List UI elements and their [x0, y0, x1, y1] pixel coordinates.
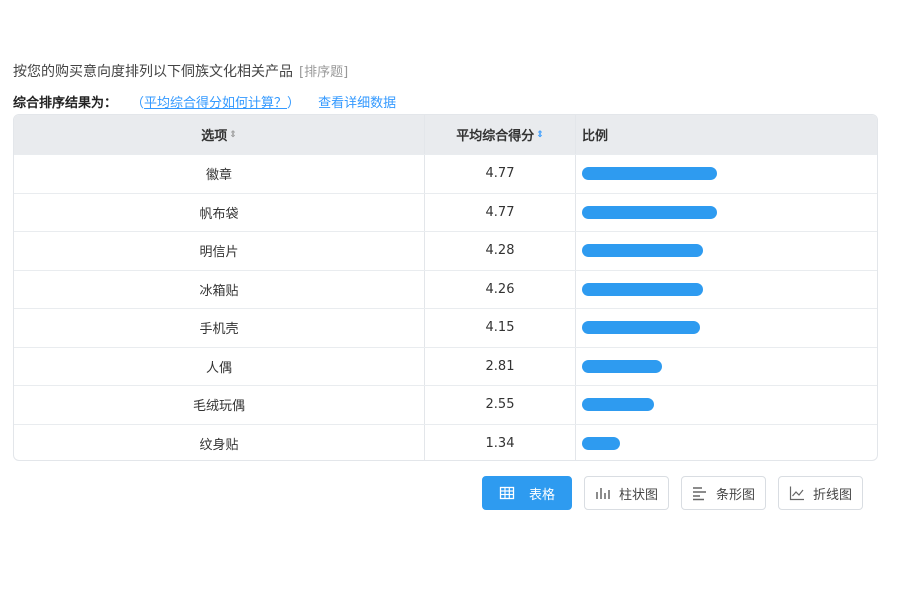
score-value: 4.77 [425, 155, 576, 193]
view-table-label: 表格 [528, 487, 555, 503]
ratio-bar [582, 282, 703, 296]
table-row: 纹身贴 1.34 [14, 423, 877, 461]
ratio-bar [582, 359, 662, 373]
header-option[interactable]: 选项 ⇕ [14, 115, 425, 154]
table-row: 冰箱贴 4.26 [14, 269, 877, 309]
bar-track [582, 282, 752, 296]
bar-track [582, 321, 752, 335]
ratio-cell [576, 425, 877, 461]
option-label: 纹身贴 [14, 424, 425, 460]
table-row: 毛绒玩偶 2.55 [14, 385, 877, 424]
option-label: 徽章 [14, 155, 425, 193]
table-body: 徽章 4.77 帆布袋 4.77 明信片 4.28 冰箱贴 4.26 手机壳 4.15 人偶 2.81… [14, 154, 877, 461]
header-option-label: 选项 [201, 129, 228, 144]
score-value: 4.77 [425, 193, 576, 231]
option-label: 帆布袋 [14, 193, 425, 231]
score-calc-link[interactable]: 平均综合得分如何计算？ [144, 92, 287, 111]
ratio-cell [576, 386, 877, 424]
table-row: 明信片 4.28 [14, 231, 877, 270]
page: 按您的购买意向度排列以下侗族文化相关产品 [排序题] 综合排序结果为： （平均综合… [0, 0, 900, 600]
ratio-cell [576, 155, 877, 193]
view-column-label: 柱状图 [619, 487, 659, 503]
score-value: 4.15 [425, 309, 576, 347]
view-bar-label: 条形图 [716, 487, 756, 503]
table-row: 帆布袋 4.77 [14, 192, 877, 232]
ratio-cell [576, 194, 877, 232]
bar-track [582, 167, 752, 181]
ratio-cell [576, 348, 877, 386]
question-title: 按您的购买意向度排列以下侗族文化相关产品 [排序题] [13, 61, 348, 81]
view-line-button[interactable]: 折线图 [778, 476, 864, 510]
option-label: 毛绒玩偶 [14, 386, 425, 424]
table-row: 手机壳 4.15 [14, 308, 877, 347]
view-bar-button[interactable]: 条形图 [681, 476, 767, 510]
question-type: [排序题] [299, 65, 349, 80]
view-line-label: 折线图 [813, 487, 853, 503]
bar-chart-icon [693, 487, 707, 501]
ratio-bar [582, 205, 718, 219]
bar-track [582, 436, 752, 450]
ratio-bar [582, 321, 700, 335]
header-score-label: 平均综合得分 [456, 129, 535, 144]
table-icon [499, 486, 515, 500]
option-label: 手机壳 [14, 309, 425, 347]
ratio-cell [576, 232, 877, 270]
paren-close: ） [287, 96, 301, 111]
summary-label: 综合排序结果为： [13, 96, 118, 111]
score-value: 2.55 [425, 386, 576, 424]
bar-track [582, 398, 752, 412]
option-label: 人偶 [14, 347, 425, 385]
sort-icon: ⇕ [536, 129, 544, 140]
sort-icon: ⇕ [229, 129, 237, 140]
view-switcher: 表格 柱状图 条形图 折线图 [482, 476, 864, 510]
summary-line: 综合排序结果为： （平均综合得分如何计算？） 查看详细数据 [13, 92, 396, 111]
paren-open: （ [131, 96, 145, 111]
bar-track [582, 244, 752, 258]
ratio-bar [582, 167, 718, 181]
table-header: 选项 ⇕ 平均综合得分 ⇕ 比例 [14, 115, 877, 154]
view-column-button[interactable]: 柱状图 [584, 476, 670, 510]
bar-track [582, 359, 752, 373]
header-ratio-label: 比例 [582, 129, 609, 144]
table-row: 人偶 2.81 [14, 346, 877, 386]
ratio-cell [576, 309, 877, 347]
header-score[interactable]: 平均综合得分 ⇕ [425, 115, 576, 154]
ratio-bar [582, 398, 655, 412]
view-table-button[interactable]: 表格 [482, 476, 572, 510]
score-value: 4.26 [425, 270, 576, 308]
option-label: 冰箱贴 [14, 270, 425, 308]
ratio-bar [582, 244, 704, 258]
score-value: 1.34 [425, 424, 576, 460]
option-label: 明信片 [14, 232, 425, 270]
header-ratio: 比例 [576, 115, 877, 154]
result-table: 选项 ⇕ 平均综合得分 ⇕ 比例 徽章 4.77 帆布袋 4.77 明信片 4.28 冰箱贴 4.… [13, 114, 878, 461]
detail-data-link[interactable]: 查看详细数据 [318, 92, 396, 111]
ratio-bar [582, 436, 620, 450]
score-value: 4.28 [425, 232, 576, 270]
table-row: 徽章 4.77 [14, 154, 877, 193]
line-chart-icon [789, 486, 805, 501]
ratio-cell [576, 271, 877, 309]
bar-track [582, 205, 752, 219]
column-chart-icon [596, 488, 610, 499]
score-value: 2.81 [425, 347, 576, 385]
question-text: 按您的购买意向度排列以下侗族文化相关产品 [13, 64, 293, 80]
